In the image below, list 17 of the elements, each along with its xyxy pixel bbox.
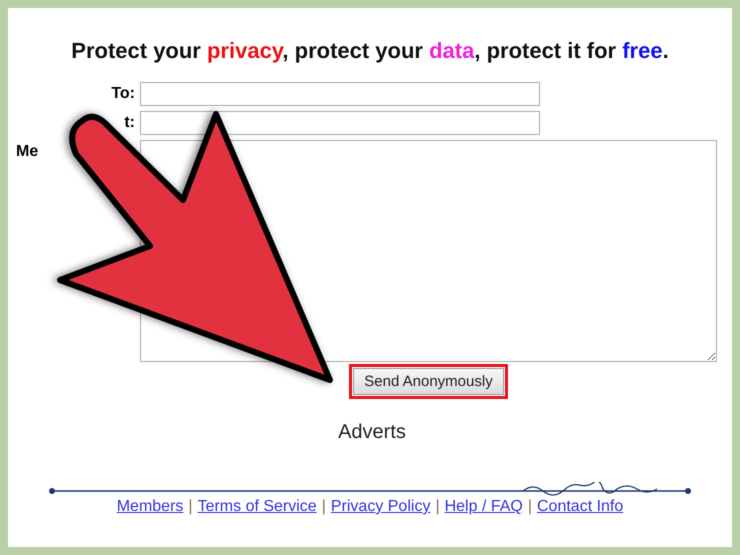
field-label: Me [16, 142, 38, 161]
link-separator: | [322, 498, 326, 516]
field-label: t: [124, 113, 135, 132]
footer-link[interactable]: Terms of Service [198, 498, 317, 516]
send-button[interactable]: Send Anonymously [349, 364, 508, 399]
footer-link[interactable]: Help / FAQ [444, 498, 523, 516]
footer-link[interactable]: Privacy Policy [330, 498, 430, 516]
input-field[interactable] [140, 82, 540, 106]
adverts-heading: Adverts [338, 421, 406, 444]
footer-link[interactable]: Members [116, 498, 184, 516]
link-separator: | [435, 498, 440, 516]
link-separator: | [188, 498, 193, 516]
link-separator: | [528, 498, 532, 516]
headline: Protect your privacy, protect your data, protect it for free. [71, 38, 669, 64]
footer-link[interactable]: Contact Info [537, 498, 624, 516]
field-label: To: [111, 84, 135, 103]
input-field[interactable] [140, 111, 540, 135]
